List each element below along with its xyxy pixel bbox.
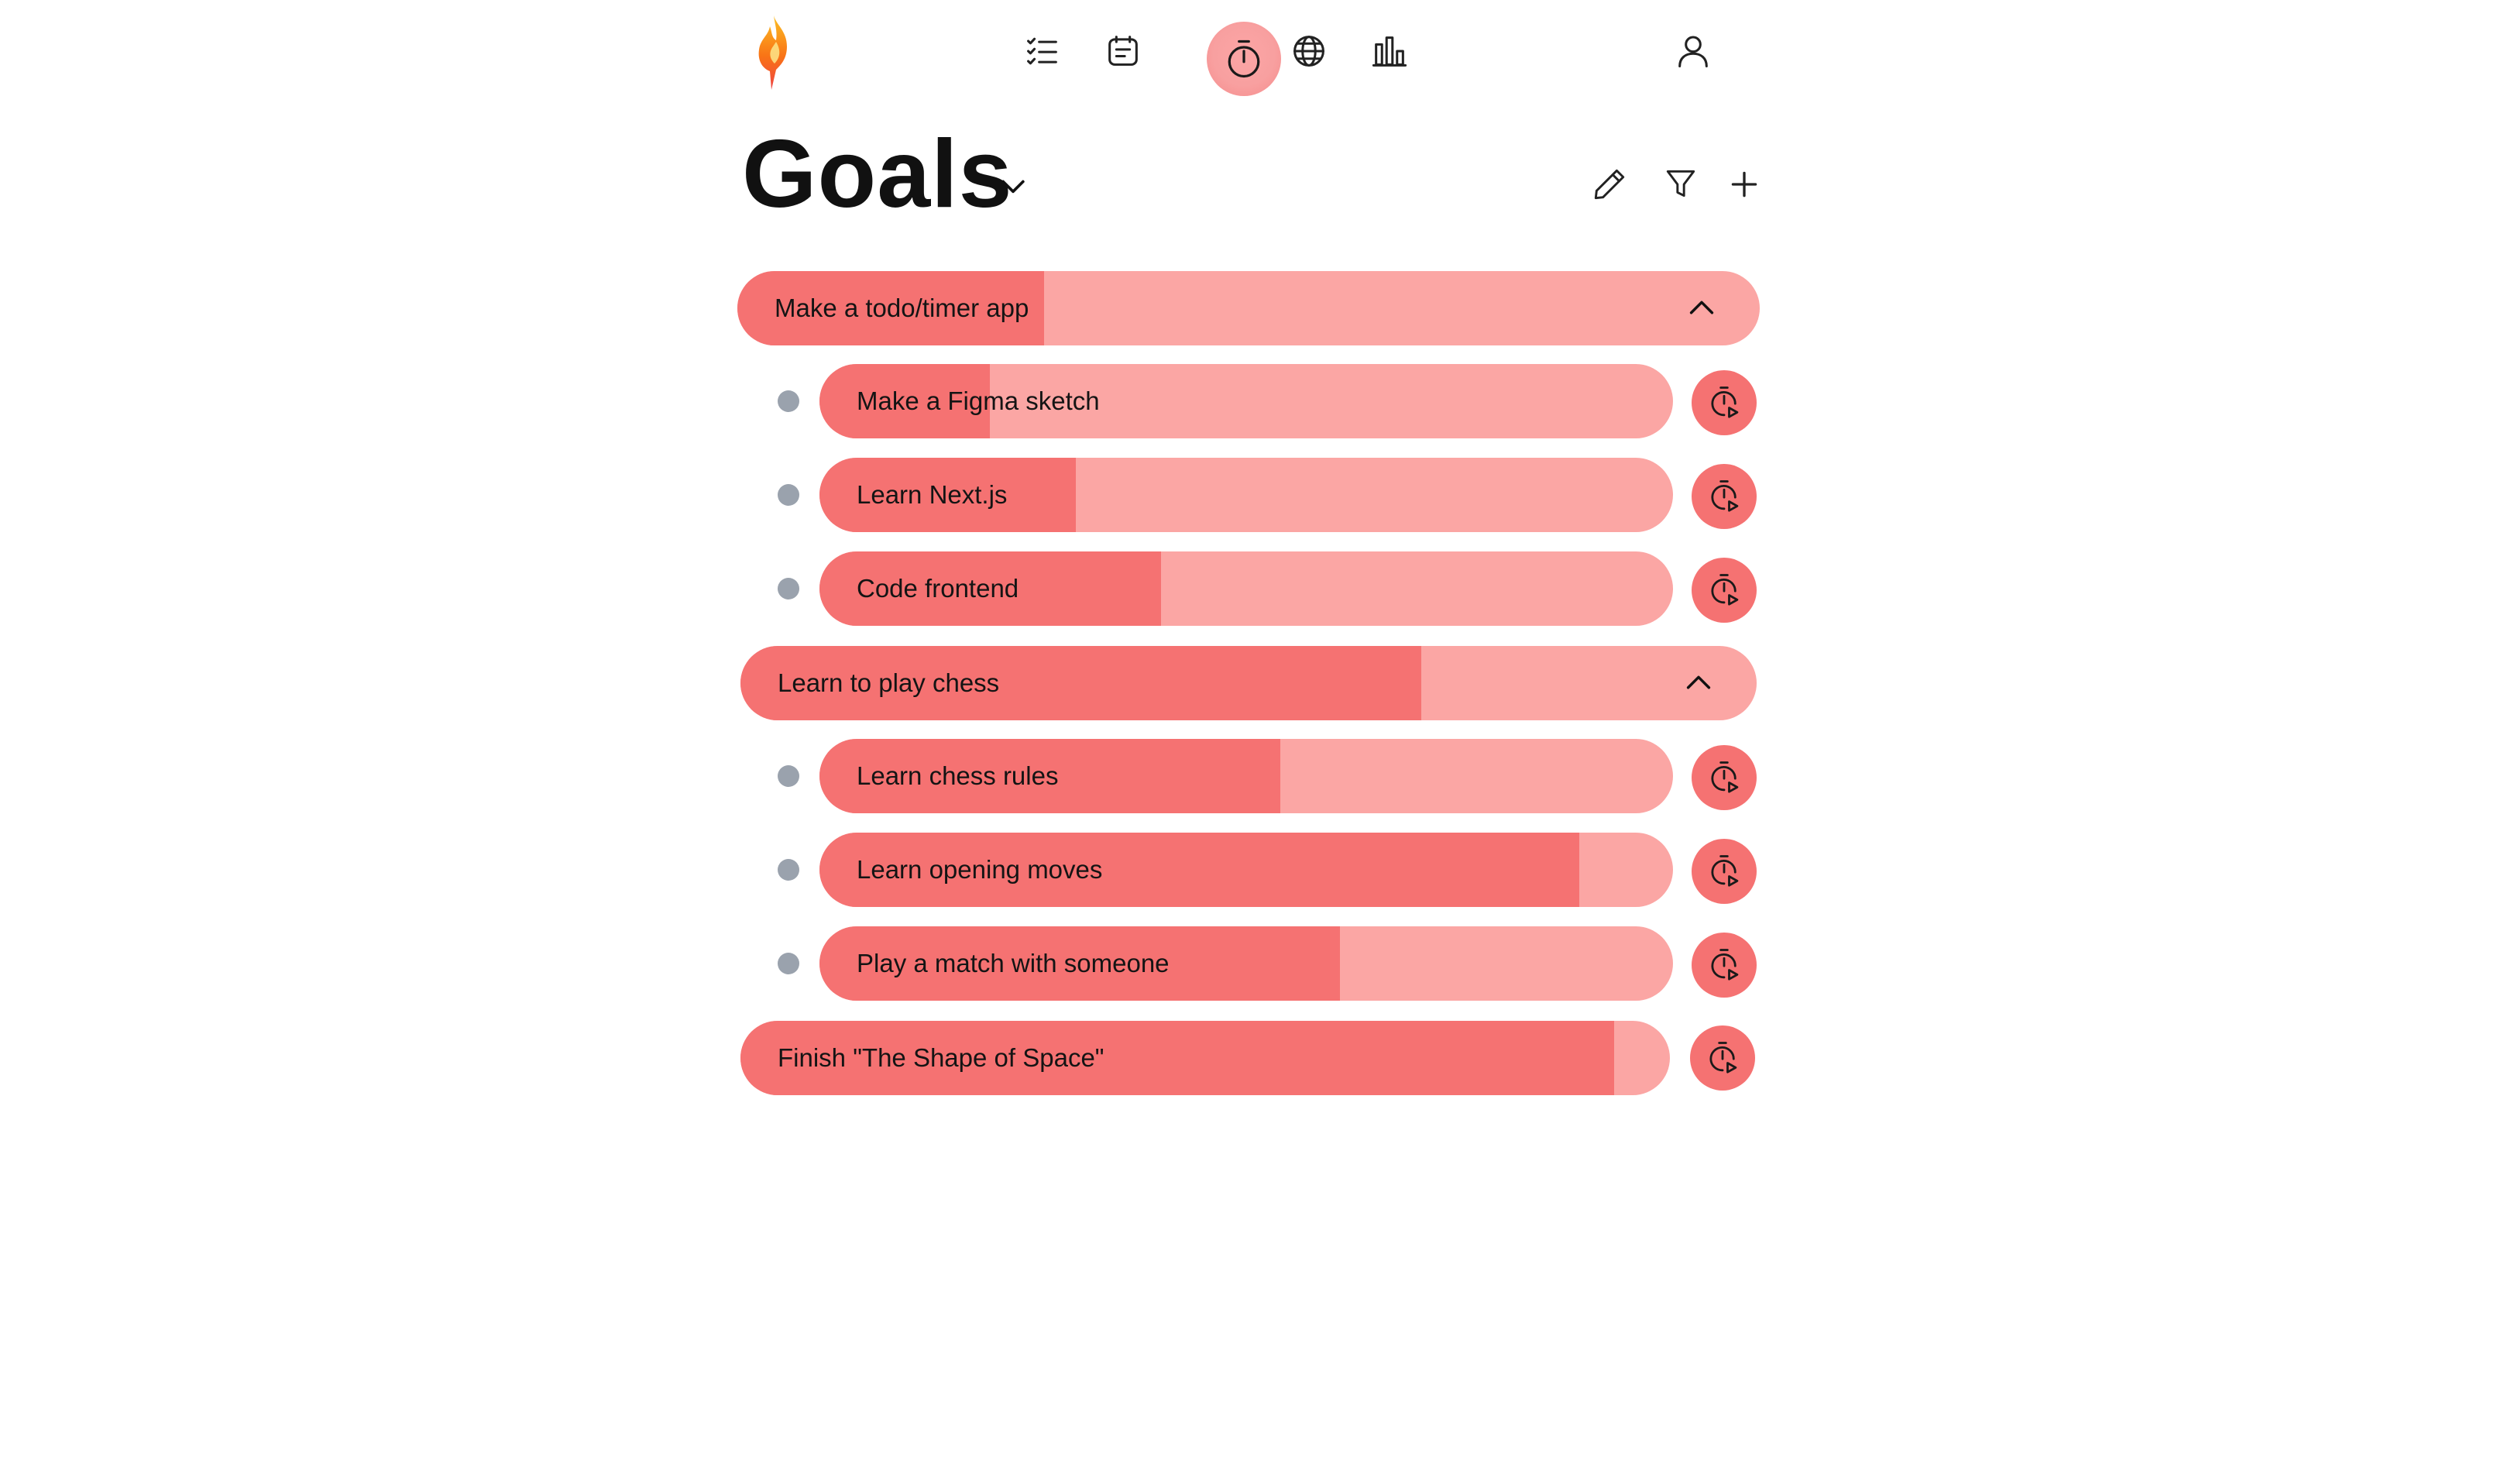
timer-play-icon <box>1711 574 1739 606</box>
timer-play-icon <box>1711 855 1739 887</box>
bullet-dot <box>778 390 799 412</box>
start-timer-button[interactable] <box>1692 745 1757 810</box>
flame-logo-icon[interactable] <box>753 14 795 91</box>
nav-stopwatch-button[interactable] <box>1207 22 1281 96</box>
goal-bar[interactable]: Finish "The Shape of Space" <box>740 1021 1670 1095</box>
bullet-dot <box>778 484 799 506</box>
page-title: Goals <box>742 121 1013 228</box>
checklist-icon[interactable] <box>1021 29 1064 73</box>
chevron-up-icon[interactable] <box>1681 665 1716 701</box>
bullet-dot <box>778 765 799 787</box>
goals-app: Goals Make a todo/timer app Make a Figma <box>737 0 1760 1484</box>
bullet-dot <box>778 859 799 881</box>
bullet-dot <box>778 953 799 974</box>
start-timer-button[interactable] <box>1692 933 1757 998</box>
timer-play-icon <box>1711 386 1739 418</box>
bullet-dot <box>778 578 799 599</box>
calendar-icon[interactable] <box>1101 29 1145 73</box>
user-icon[interactable] <box>1671 29 1715 73</box>
subgoal-bar[interactable]: Play a match with someone <box>819 926 1673 1001</box>
chevron-up-icon[interactable] <box>1684 290 1719 326</box>
subgoal-label: Learn opening moves <box>857 855 1103 884</box>
timer-play-icon <box>1709 1042 1737 1073</box>
timer-play-icon <box>1711 949 1739 981</box>
chevron-down-icon[interactable] <box>996 169 1030 203</box>
bar-chart-icon[interactable] <box>1368 29 1411 73</box>
subgoal-bar[interactable]: Learn chess rules <box>819 739 1673 813</box>
subgoal-bar[interactable]: Make a Figma sketch <box>819 364 1673 438</box>
start-timer-button[interactable] <box>1692 558 1757 623</box>
subgoal-label: Learn Next.js <box>857 480 1008 509</box>
plus-icon <box>1731 171 1757 198</box>
globe-icon[interactable] <box>1287 29 1331 73</box>
goal-label: Make a todo/timer app <box>775 294 1029 322</box>
stopwatch-icon <box>1228 40 1260 78</box>
start-timer-button[interactable] <box>1692 370 1757 435</box>
subgoal-label: Play a match with someone <box>857 949 1170 977</box>
subgoal-label: Code frontend <box>857 574 1019 603</box>
goal-label: Finish "The Shape of Space" <box>778 1043 1104 1072</box>
edit-button[interactable] <box>1588 163 1631 206</box>
subgoal-bar[interactable]: Learn opening moves <box>819 833 1673 907</box>
goal-bar[interactable]: Learn to play chess <box>740 646 1757 720</box>
subgoal-label: Make a Figma sketch <box>857 386 1100 415</box>
goal-label: Learn to play chess <box>778 668 1000 697</box>
subgoal-bar[interactable]: Code frontend <box>819 551 1673 626</box>
goal-bar[interactable]: Make a todo/timer app <box>737 271 1760 345</box>
start-timer-button[interactable] <box>1690 1025 1755 1091</box>
funnel-icon <box>1666 170 1695 198</box>
start-timer-button[interactable] <box>1692 464 1757 529</box>
subgoal-label: Learn chess rules <box>857 761 1059 790</box>
timer-play-icon <box>1711 480 1739 512</box>
filter-button[interactable] <box>1659 163 1702 206</box>
timer-play-icon <box>1711 761 1739 793</box>
subgoal-bar[interactable]: Learn Next.js <box>819 458 1673 532</box>
add-goal-button[interactable] <box>1723 163 1766 206</box>
start-timer-button[interactable] <box>1692 839 1757 904</box>
pencil-icon <box>1594 169 1625 200</box>
